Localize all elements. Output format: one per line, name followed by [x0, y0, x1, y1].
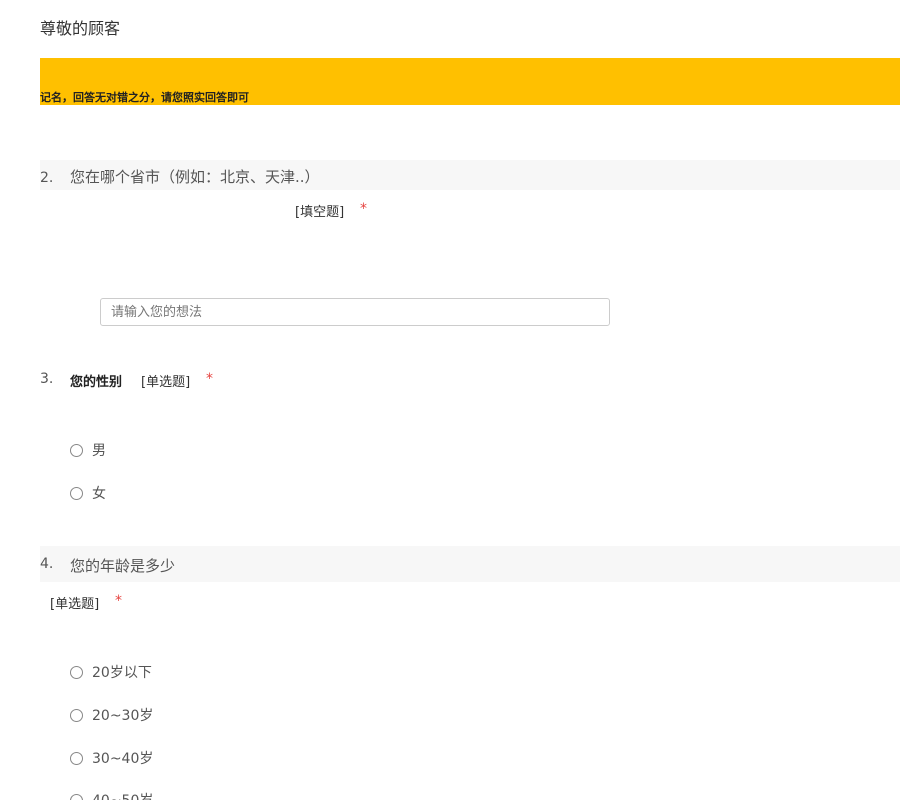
age-option-40-50[interactable]: 40~50岁 — [70, 790, 153, 800]
radio-button[interactable] — [70, 665, 83, 679]
survey-page: 尊敬的顾客 记名，回答无对错之分，请您照实回答即可 2. 您在哪个省市（例如：北… — [0, 0, 900, 800]
question-3-type: [单选题] — [141, 375, 191, 390]
intro-banner: 记名，回答无对错之分，请您照实回答即可 — [40, 58, 900, 105]
radio-button[interactable] — [70, 751, 83, 765]
age-option-30-40[interactable]: 30~40岁 — [70, 748, 153, 768]
question-2-type: [填空题] — [295, 205, 345, 220]
question-4-type: [单选题] — [50, 597, 100, 612]
radio-button[interactable] — [70, 708, 83, 722]
question-4-number: 4. — [40, 556, 54, 572]
age-option-under-20[interactable]: 20岁以下 — [70, 662, 152, 682]
gender-option-male[interactable]: 男 — [70, 440, 106, 460]
question-3-number: 3. — [40, 371, 54, 387]
option-label: 20~30岁 — [92, 708, 154, 724]
age-option-20-30[interactable]: 20~30岁 — [70, 705, 153, 725]
option-label: 20岁以下 — [92, 665, 152, 681]
option-label: 女 — [92, 486, 106, 502]
radio-button[interactable] — [70, 793, 83, 800]
question-4-title: 您的年龄是多少 — [70, 557, 176, 575]
question-2-title: 您在哪个省市（例如：北京、天津..） — [70, 168, 320, 186]
question-2-required-mark: * — [360, 201, 367, 217]
radio-button[interactable] — [70, 443, 83, 457]
gender-option-female[interactable]: 女 — [70, 483, 106, 503]
radio-button[interactable] — [70, 486, 83, 500]
province-city-input[interactable] — [100, 298, 610, 326]
greeting-text: 尊敬的顾客 — [40, 19, 121, 38]
question-2-header: 2. 您在哪个省市（例如：北京、天津..） — [40, 160, 900, 190]
question-3-title: 您的性别 — [70, 375, 123, 390]
banner-text: 记名，回答无对错之分，请您照实回答即可 — [40, 91, 249, 104]
question-4-required-mark: * — [115, 593, 122, 609]
question-4-header: 4. 您的年龄是多少 — [40, 546, 900, 582]
option-label: 30~40岁 — [92, 751, 154, 767]
question-3-required-mark: * — [206, 371, 213, 387]
option-label: 40~50岁 — [92, 790, 153, 800]
question-2-number: 2. — [40, 170, 54, 186]
option-label: 男 — [92, 443, 106, 459]
